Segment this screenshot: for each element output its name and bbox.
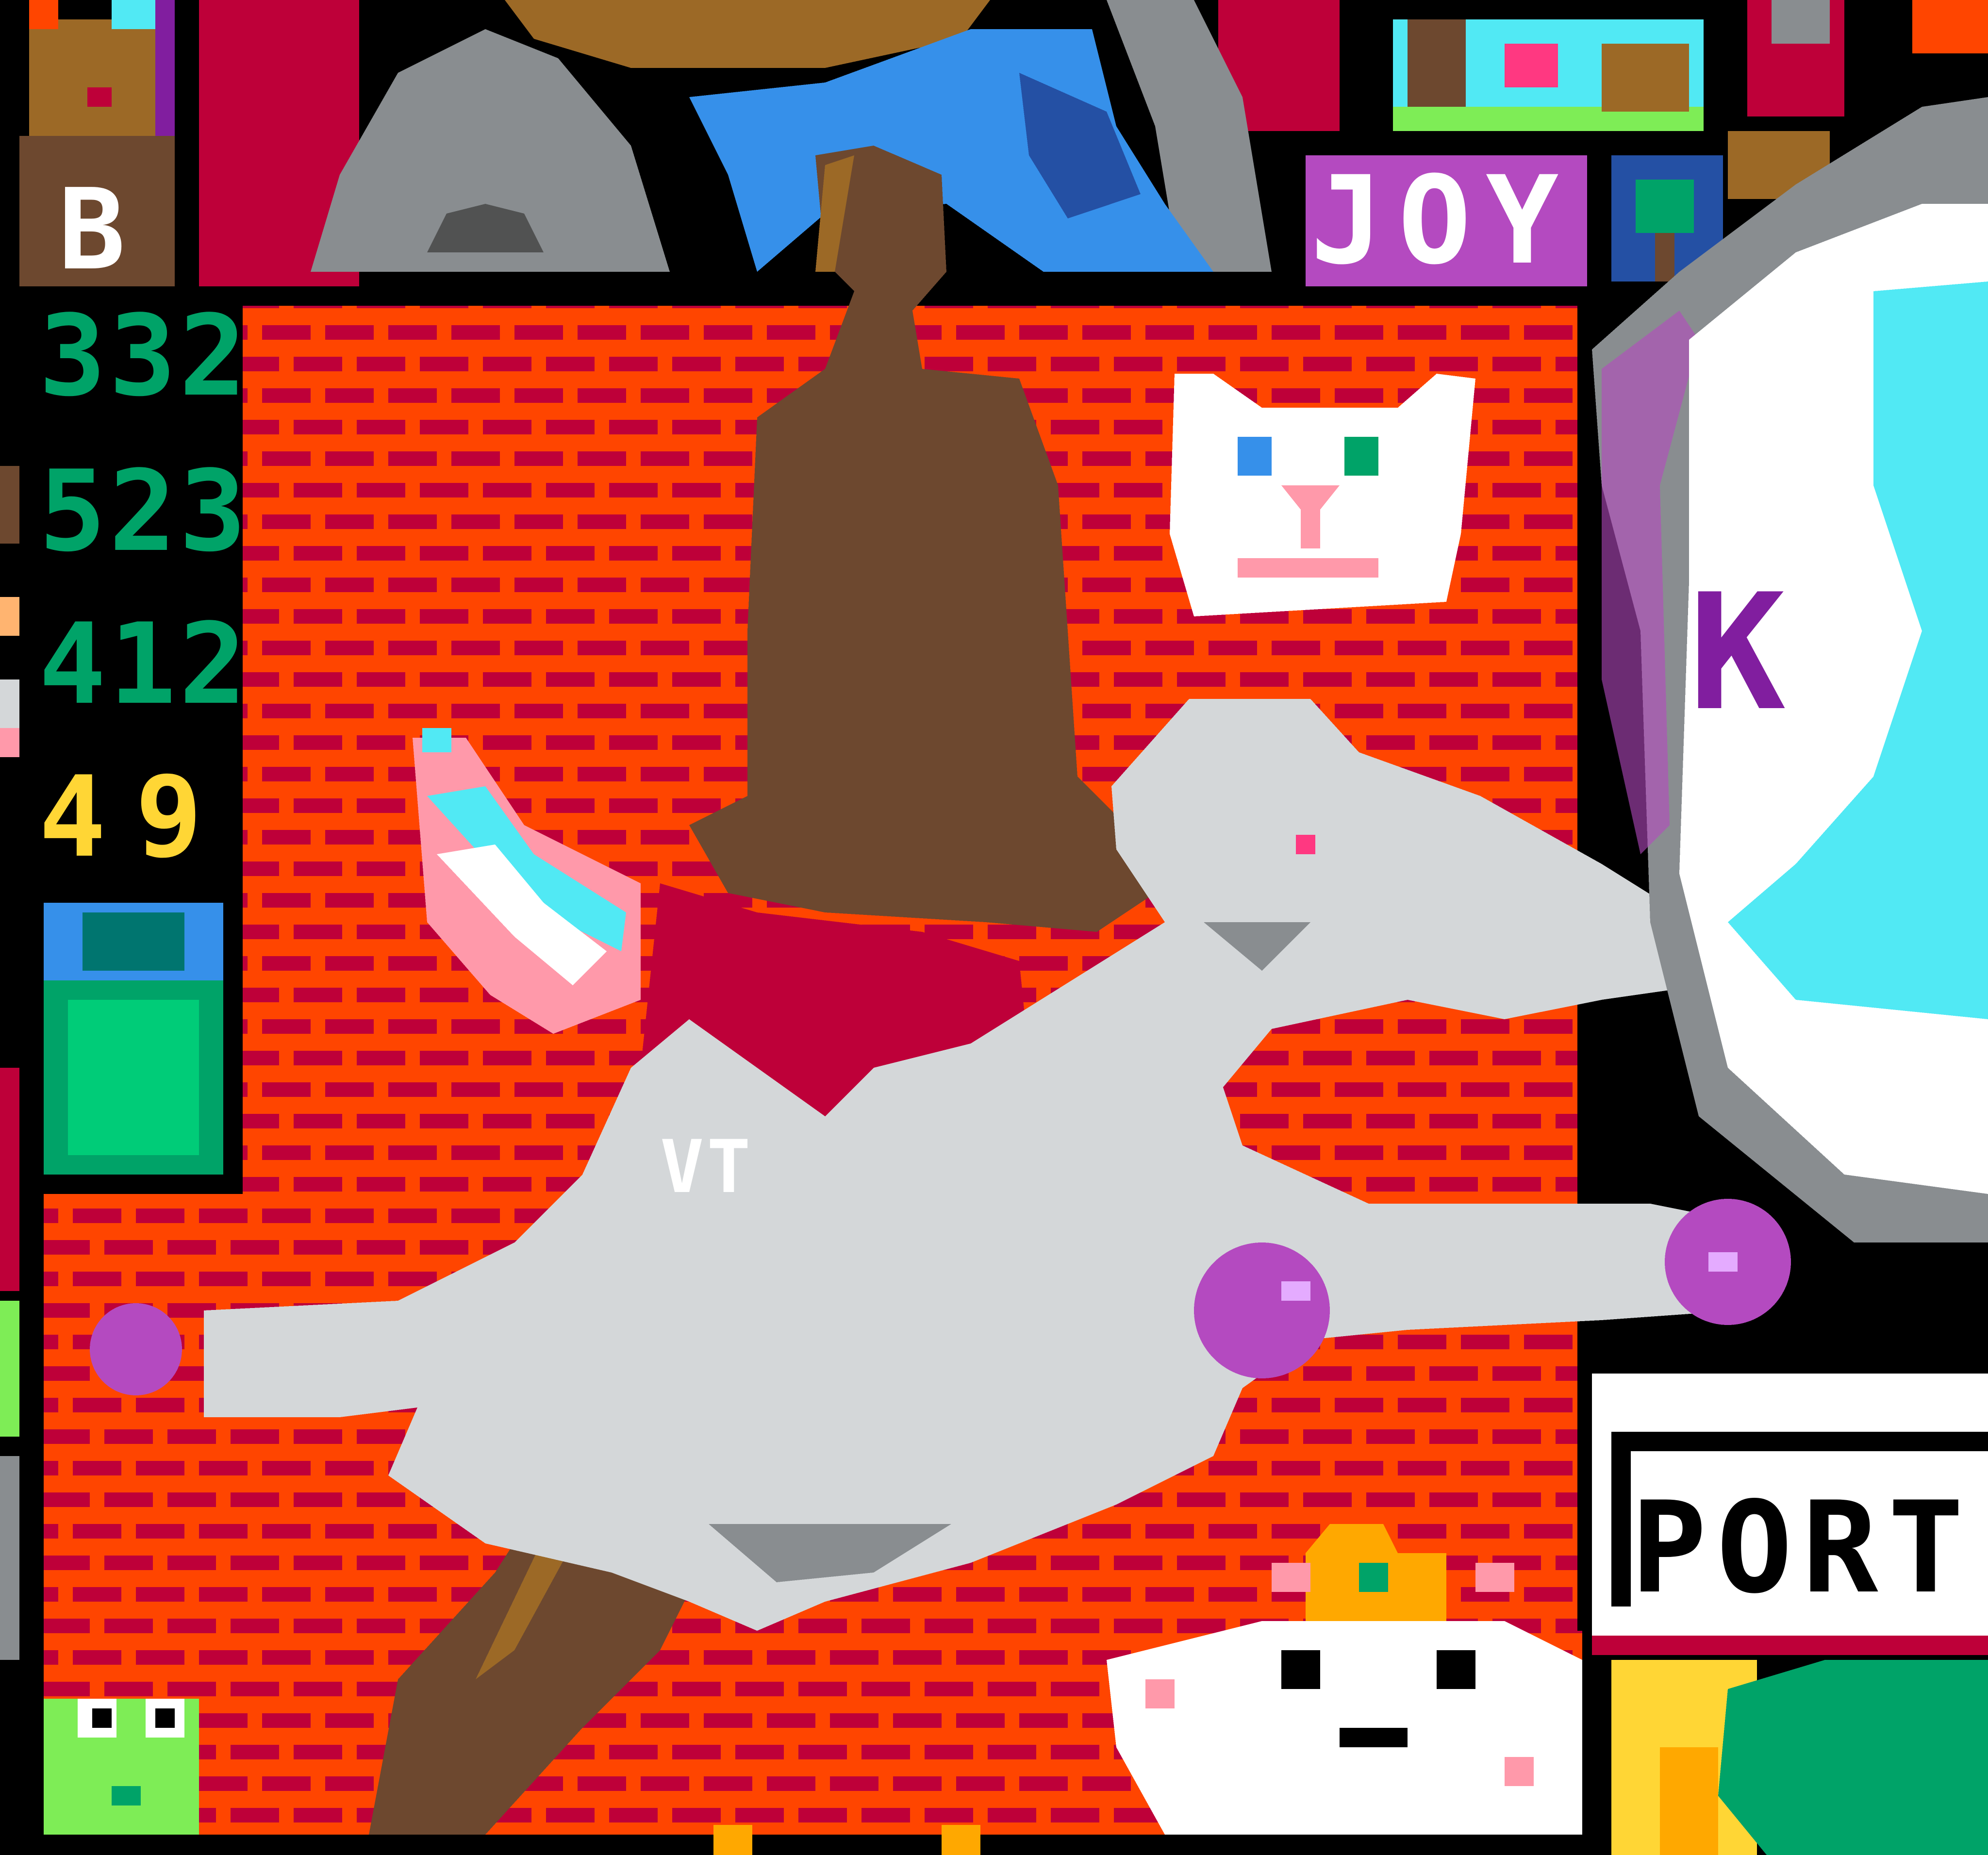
port-sign-border: [1611, 1432, 1988, 1451]
port-sign-text: PORT: [1631, 1475, 1974, 1622]
edge-strip-7: [0, 1456, 19, 1660]
vt-logo-text: VT: [660, 1125, 754, 1209]
fox-head: [29, 19, 170, 141]
purple-orb-icon: [90, 1303, 182, 1395]
joy-sign-text: JOY: [1310, 150, 1574, 291]
landscape-hill: [1602, 44, 1689, 112]
edge-strip-1: [0, 466, 19, 544]
orange-trim: [1660, 1747, 1718, 1855]
letter-b: B: [58, 166, 129, 295]
top-right-gray: [1772, 0, 1830, 44]
fox-ear-right: [112, 0, 155, 29]
edge-strip-2: [0, 597, 19, 636]
fox-nose: [87, 87, 112, 107]
white-cat-icon: [1170, 374, 1475, 616]
edge-strip-5: [0, 1068, 19, 1291]
port-sign-post: [1611, 1432, 1631, 1607]
orb-shine: [1281, 1281, 1310, 1301]
orange-star: [713, 1825, 752, 1855]
landscape-tree: [1408, 19, 1466, 107]
top-right-red-block: [1912, 0, 1988, 53]
frog-face: [83, 912, 184, 971]
letter-k: K: [1689, 560, 1789, 746]
orange-star: [942, 1825, 980, 1855]
tree-trunk: [1655, 233, 1674, 282]
number-49: 49: [39, 753, 232, 882]
number-523: 523: [39, 447, 249, 577]
fox-ear-left: [29, 0, 58, 29]
port-red-strip: [1592, 1636, 1988, 1655]
edge-strip-4: [0, 728, 19, 757]
green-tree-blob: [1718, 1660, 1988, 1855]
frog-belly: [68, 1000, 199, 1155]
frog-icon: [44, 1699, 199, 1835]
purple-orb-icon: [1194, 1242, 1330, 1378]
fox-side: [155, 0, 175, 136]
number-332: 332: [39, 292, 249, 421]
edge-strip-6: [0, 1301, 19, 1437]
orb-shine: [1708, 1252, 1738, 1272]
tree-crown: [1636, 180, 1694, 233]
number-412: 412: [39, 600, 249, 729]
landscape-heart: [1505, 44, 1558, 87]
